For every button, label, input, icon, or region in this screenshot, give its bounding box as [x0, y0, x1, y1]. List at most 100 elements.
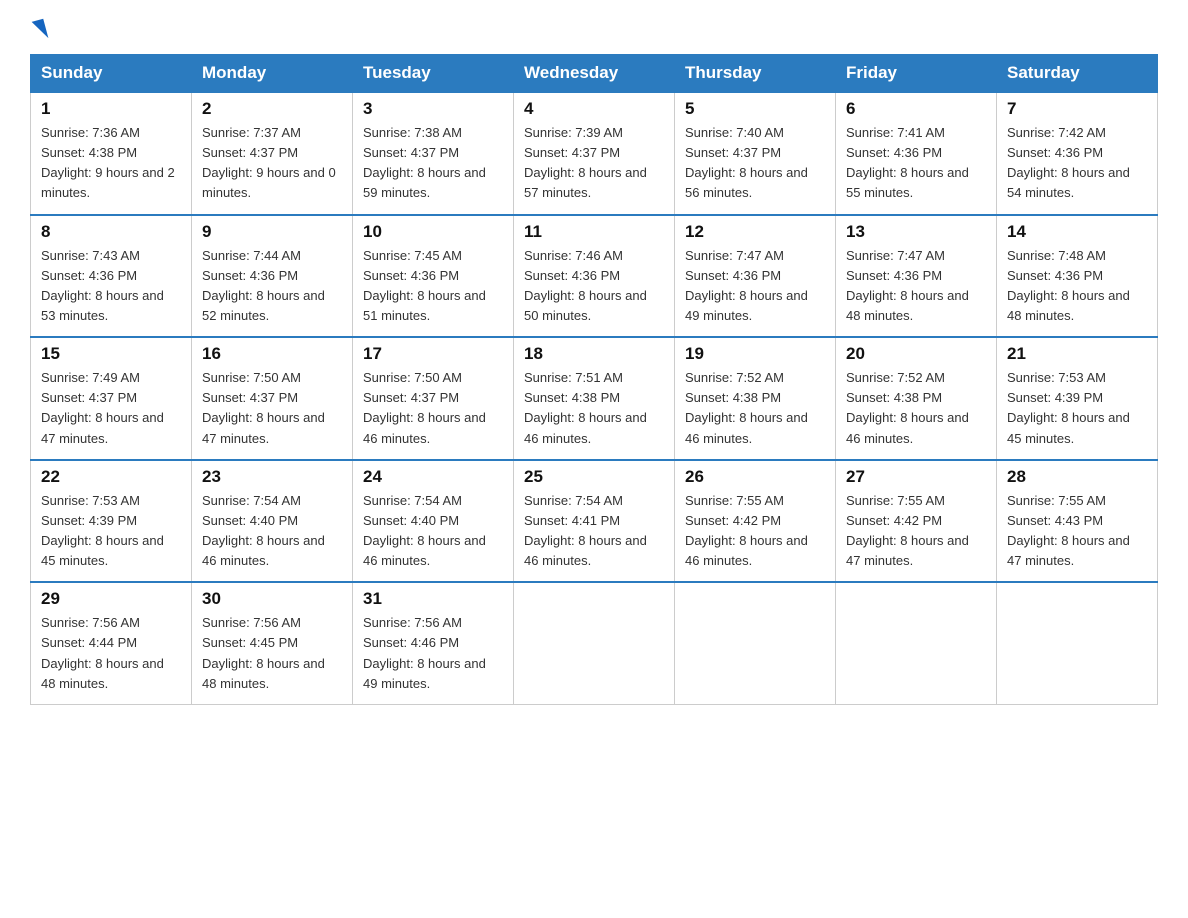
day-cell: 18Sunrise: 7:51 AMSunset: 4:38 PMDayligh…	[514, 337, 675, 460]
day-number: 24	[363, 467, 503, 487]
day-info: Sunrise: 7:47 AMSunset: 4:36 PMDaylight:…	[846, 246, 986, 327]
day-cell: 8 Sunrise: 7:43 AMSunset: 4:36 PMDaylight…	[31, 215, 192, 338]
day-number: 29	[41, 589, 181, 609]
day-number: 17	[363, 344, 503, 364]
day-info: Sunrise: 7:54 AMSunset: 4:40 PMDaylight:…	[363, 491, 503, 572]
day-number: 5	[685, 99, 825, 119]
calendar-header-row: SundayMondayTuesdayWednesdayThursdayFrid…	[31, 55, 1158, 93]
day-cell: 24 Sunrise: 7:54 AMSunset: 4:40 PMDayligh…	[353, 460, 514, 583]
day-cell: 22Sunrise: 7:53 AMSunset: 4:39 PMDayligh…	[31, 460, 192, 583]
day-info: Sunrise: 7:54 AMSunset: 4:40 PMDaylight:…	[202, 491, 342, 572]
day-cell: 23 Sunrise: 7:54 AMSunset: 4:40 PMDayligh…	[192, 460, 353, 583]
day-cell: 21 Sunrise: 7:53 AMSunset: 4:39 PMDayligh…	[997, 337, 1158, 460]
day-number: 7	[1007, 99, 1147, 119]
day-cell: 2 Sunrise: 7:37 AMSunset: 4:37 PMDaylight…	[192, 92, 353, 215]
day-cell: 31 Sunrise: 7:56 AMSunset: 4:46 PMDayligh…	[353, 582, 514, 704]
header-monday: Monday	[192, 55, 353, 93]
day-number: 30	[202, 589, 342, 609]
day-number: 1	[41, 99, 181, 119]
header-friday: Friday	[836, 55, 997, 93]
day-number: 23	[202, 467, 342, 487]
day-info: Sunrise: 7:52 AMSunset: 4:38 PMDaylight:…	[685, 368, 825, 449]
day-cell	[675, 582, 836, 704]
day-number: 11	[524, 222, 664, 242]
day-info: Sunrise: 7:46 AMSunset: 4:36 PMDaylight:…	[524, 246, 664, 327]
day-info: Sunrise: 7:53 AMSunset: 4:39 PMDaylight:…	[1007, 368, 1147, 449]
day-cell: 17 Sunrise: 7:50 AMSunset: 4:37 PMDayligh…	[353, 337, 514, 460]
week-row-4: 22Sunrise: 7:53 AMSunset: 4:39 PMDayligh…	[31, 460, 1158, 583]
day-cell: 5 Sunrise: 7:40 AMSunset: 4:37 PMDaylight…	[675, 92, 836, 215]
day-cell: 25 Sunrise: 7:54 AMSunset: 4:41 PMDayligh…	[514, 460, 675, 583]
day-number: 9	[202, 222, 342, 242]
day-number: 4	[524, 99, 664, 119]
day-info: Sunrise: 7:50 AMSunset: 4:37 PMDaylight:…	[202, 368, 342, 449]
week-row-3: 15 Sunrise: 7:49 AMSunset: 4:37 PMDayligh…	[31, 337, 1158, 460]
day-info: Sunrise: 7:43 AMSunset: 4:36 PMDaylight:…	[41, 246, 181, 327]
day-info: Sunrise: 7:37 AMSunset: 4:37 PMDaylight:…	[202, 123, 342, 204]
day-number: 16	[202, 344, 342, 364]
day-cell: 20Sunrise: 7:52 AMSunset: 4:38 PMDayligh…	[836, 337, 997, 460]
day-cell: 30 Sunrise: 7:56 AMSunset: 4:45 PMDayligh…	[192, 582, 353, 704]
day-number: 10	[363, 222, 503, 242]
day-info: Sunrise: 7:42 AMSunset: 4:36 PMDaylight:…	[1007, 123, 1147, 204]
day-cell: 19Sunrise: 7:52 AMSunset: 4:38 PMDayligh…	[675, 337, 836, 460]
day-number: 14	[1007, 222, 1147, 242]
day-info: Sunrise: 7:54 AMSunset: 4:41 PMDaylight:…	[524, 491, 664, 572]
day-info: Sunrise: 7:48 AMSunset: 4:36 PMDaylight:…	[1007, 246, 1147, 327]
day-cell: 12 Sunrise: 7:47 AMSunset: 4:36 PMDayligh…	[675, 215, 836, 338]
day-number: 28	[1007, 467, 1147, 487]
day-info: Sunrise: 7:39 AMSunset: 4:37 PMDaylight:…	[524, 123, 664, 204]
day-info: Sunrise: 7:55 AMSunset: 4:42 PMDaylight:…	[846, 491, 986, 572]
day-info: Sunrise: 7:49 AMSunset: 4:37 PMDaylight:…	[41, 368, 181, 449]
day-cell: 3 Sunrise: 7:38 AMSunset: 4:37 PMDaylight…	[353, 92, 514, 215]
day-cell: 26Sunrise: 7:55 AMSunset: 4:42 PMDayligh…	[675, 460, 836, 583]
day-number: 25	[524, 467, 664, 487]
day-number: 20	[846, 344, 986, 364]
day-info: Sunrise: 7:41 AMSunset: 4:36 PMDaylight:…	[846, 123, 986, 204]
day-number: 2	[202, 99, 342, 119]
page-header	[30, 20, 1158, 36]
day-info: Sunrise: 7:55 AMSunset: 4:43 PMDaylight:…	[1007, 491, 1147, 572]
day-number: 13	[846, 222, 986, 242]
day-cell: 7 Sunrise: 7:42 AMSunset: 4:36 PMDaylight…	[997, 92, 1158, 215]
day-cell: 16 Sunrise: 7:50 AMSunset: 4:37 PMDayligh…	[192, 337, 353, 460]
day-cell: 13 Sunrise: 7:47 AMSunset: 4:36 PMDayligh…	[836, 215, 997, 338]
day-cell: 27Sunrise: 7:55 AMSunset: 4:42 PMDayligh…	[836, 460, 997, 583]
day-cell: 11 Sunrise: 7:46 AMSunset: 4:36 PMDayligh…	[514, 215, 675, 338]
logo	[30, 20, 46, 36]
header-wednesday: Wednesday	[514, 55, 675, 93]
day-number: 12	[685, 222, 825, 242]
week-row-5: 29 Sunrise: 7:56 AMSunset: 4:44 PMDayligh…	[31, 582, 1158, 704]
day-number: 26	[685, 467, 825, 487]
logo-arrow-icon	[32, 19, 49, 41]
day-info: Sunrise: 7:40 AMSunset: 4:37 PMDaylight:…	[685, 123, 825, 204]
day-number: 31	[363, 589, 503, 609]
day-cell: 6Sunrise: 7:41 AMSunset: 4:36 PMDaylight…	[836, 92, 997, 215]
day-info: Sunrise: 7:50 AMSunset: 4:37 PMDaylight:…	[363, 368, 503, 449]
week-row-1: 1Sunrise: 7:36 AMSunset: 4:38 PMDaylight…	[31, 92, 1158, 215]
day-cell: 28 Sunrise: 7:55 AMSunset: 4:43 PMDayligh…	[997, 460, 1158, 583]
day-info: Sunrise: 7:56 AMSunset: 4:45 PMDaylight:…	[202, 613, 342, 694]
day-number: 8	[41, 222, 181, 242]
header-sunday: Sunday	[31, 55, 192, 93]
day-info: Sunrise: 7:38 AMSunset: 4:37 PMDaylight:…	[363, 123, 503, 204]
header-tuesday: Tuesday	[353, 55, 514, 93]
day-cell: 15 Sunrise: 7:49 AMSunset: 4:37 PMDayligh…	[31, 337, 192, 460]
day-info: Sunrise: 7:56 AMSunset: 4:46 PMDaylight:…	[363, 613, 503, 694]
day-info: Sunrise: 7:44 AMSunset: 4:36 PMDaylight:…	[202, 246, 342, 327]
day-cell: 9 Sunrise: 7:44 AMSunset: 4:36 PMDaylight…	[192, 215, 353, 338]
day-info: Sunrise: 7:53 AMSunset: 4:39 PMDaylight:…	[41, 491, 181, 572]
day-info: Sunrise: 7:56 AMSunset: 4:44 PMDaylight:…	[41, 613, 181, 694]
day-number: 21	[1007, 344, 1147, 364]
day-cell: 10 Sunrise: 7:45 AMSunset: 4:36 PMDayligh…	[353, 215, 514, 338]
day-number: 3	[363, 99, 503, 119]
day-number: 15	[41, 344, 181, 364]
day-info: Sunrise: 7:47 AMSunset: 4:36 PMDaylight:…	[685, 246, 825, 327]
calendar-table: SundayMondayTuesdayWednesdayThursdayFrid…	[30, 54, 1158, 705]
week-row-2: 8 Sunrise: 7:43 AMSunset: 4:36 PMDaylight…	[31, 215, 1158, 338]
day-info: Sunrise: 7:45 AMSunset: 4:36 PMDaylight:…	[363, 246, 503, 327]
day-cell	[997, 582, 1158, 704]
day-cell: 29 Sunrise: 7:56 AMSunset: 4:44 PMDayligh…	[31, 582, 192, 704]
day-cell: 1Sunrise: 7:36 AMSunset: 4:38 PMDaylight…	[31, 92, 192, 215]
day-info: Sunrise: 7:51 AMSunset: 4:38 PMDaylight:…	[524, 368, 664, 449]
